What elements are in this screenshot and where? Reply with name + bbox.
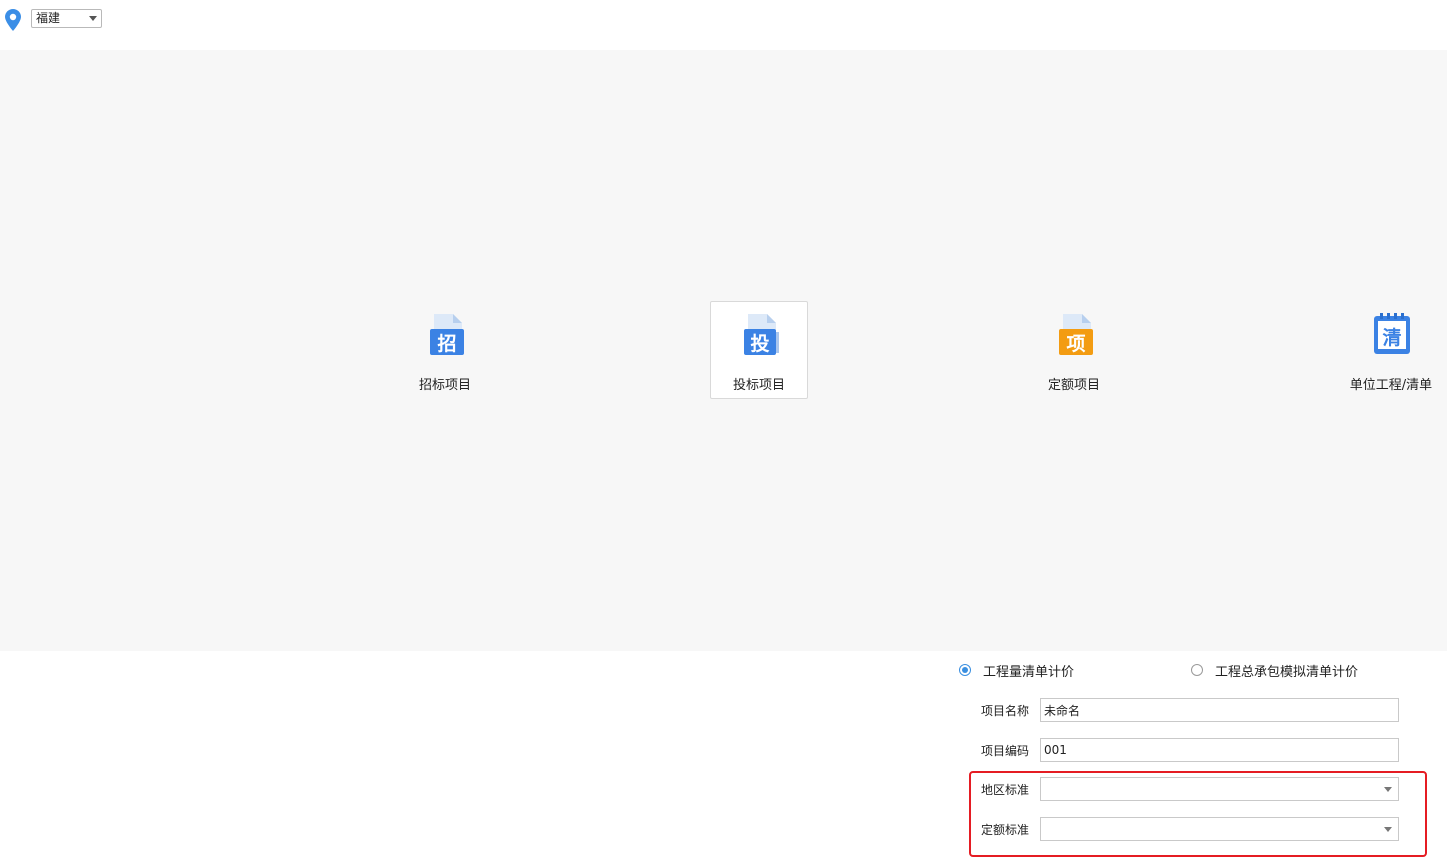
tile-label: 投标项目 [732,378,785,393]
map-pin-icon [5,9,21,31]
tile-icon-char: 清 [1382,326,1401,349]
chevron-down-icon [89,16,97,21]
project-name-label: 项目名称 [981,704,1030,718]
chevron-down-icon [1384,827,1392,832]
radio-bill-pricing[interactable]: 工程量清单计价 [959,660,1074,680]
project-code-input[interactable] [1040,738,1399,762]
bid-submit-file-icon: 投 [744,314,779,355]
project-type-area: 招 招标项目 投 投标项目 项 定额项目 清 单位工程/清单 [0,50,1447,651]
region-standard-select[interactable] [1040,777,1399,801]
project-info-form: 工程量清单计价 工程总承包模拟清单计价 项目名称 项目编码 地区标准 定额标准 [950,652,1447,866]
region-standard-label: 地区标准 [981,783,1030,797]
project-name-input[interactable] [1040,698,1399,722]
radio-epc-simulated-bill-pricing[interactable]: 工程总承包模拟清单计价 [1191,660,1358,680]
quota-standard-select[interactable] [1040,817,1399,841]
tile-icon-char: 招 [437,332,456,355]
tile-unit-project-bill[interactable]: 清 单位工程/清单 [1342,301,1440,399]
top-bar: 福建 [0,0,1447,50]
quota-standard-row: 定额标准 [981,817,1401,841]
region-select-value: 福建 [36,11,61,25]
project-code-label: 项目编码 [981,744,1030,758]
bid-invite-file-icon: 招 [430,314,464,355]
quota-project-file-icon: 项 [1059,314,1093,355]
tile-label: 定额项目 [1047,378,1100,393]
tile-bid-submit-project[interactable]: 投 投标项目 [710,301,808,399]
radio-label: 工程量清单计价 [983,664,1075,680]
radio-checked-icon[interactable] [959,664,971,676]
quota-standard-label: 定额标准 [981,823,1030,837]
radio-unchecked-icon[interactable] [1191,664,1203,676]
tile-bid-invite-project[interactable]: 招 招标项目 [396,301,494,399]
radio-label: 工程总承包模拟清单计价 [1215,664,1359,680]
region-select[interactable]: 福建 [31,9,102,28]
tile-label: 招标项目 [418,378,471,393]
project-name-row: 项目名称 [981,698,1401,722]
project-code-row: 项目编码 [981,738,1401,762]
region-standard-row: 地区标准 [981,777,1401,801]
tile-icon-char: 项 [1066,333,1085,355]
tile-quota-project[interactable]: 项 定额项目 [1025,301,1123,399]
tile-icon-char: 投 [750,332,769,355]
chevron-down-icon [1384,787,1392,792]
bill-notebook-icon: 清 [1374,313,1410,354]
tile-label: 单位工程/清单 [1349,378,1433,393]
